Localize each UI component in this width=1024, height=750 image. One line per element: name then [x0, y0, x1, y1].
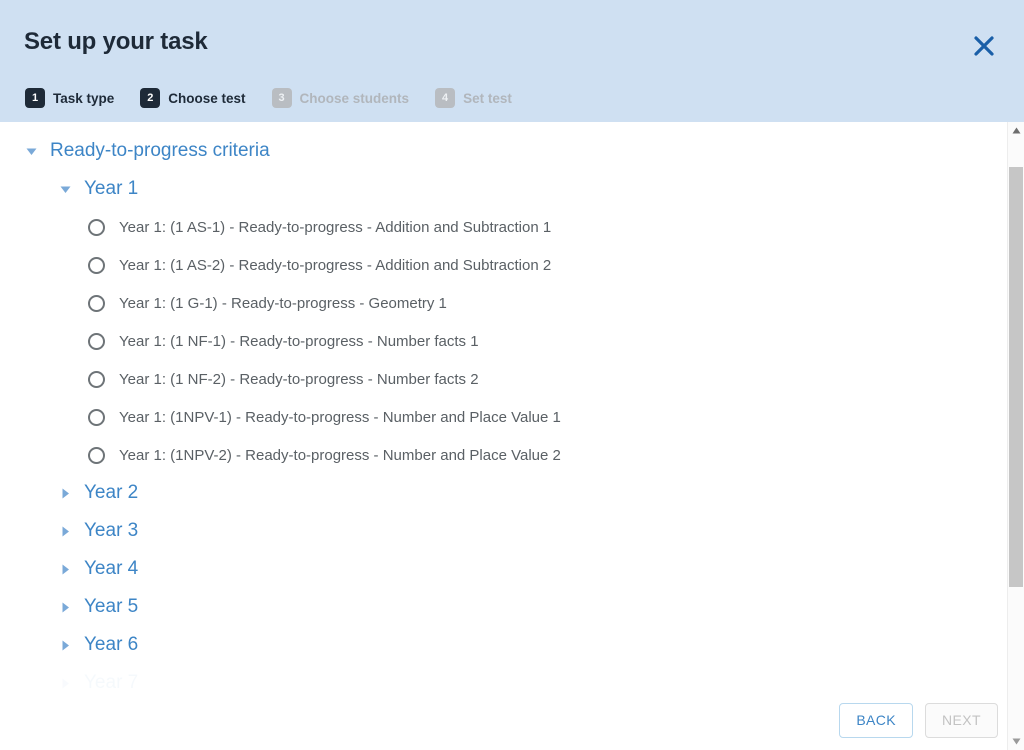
step-indicator: 1 Task type 2 Choose test 3 Choose stude… [25, 88, 538, 108]
step-3-choose-students: 3 Choose students [271, 88, 410, 108]
radio-button[interactable] [88, 446, 105, 464]
list-item[interactable]: Year 1: (1NPV-1) - Ready-to-progress - N… [0, 398, 1007, 436]
step-2-label: Choose test [168, 90, 246, 106]
next-button: NEXT [925, 702, 998, 738]
tree-node-label: Year 3 [84, 520, 139, 541]
test-tree-scroll-area[interactable]: Ready-to-progress criteria Year 1 Year 1… [0, 122, 1007, 707]
tree-node-year-5[interactable]: Year 5 [0, 588, 1007, 626]
triangle-right-icon[interactable] [58, 486, 72, 500]
list-item[interactable]: Year 1: (1 NF-1) - Ready-to-progress - N… [0, 322, 1007, 360]
triangle-down-icon[interactable] [58, 182, 72, 196]
modal-header: Set up your task 1 Task type 2 Choose te… [0, 0, 1024, 122]
list-item[interactable]: Year 1: (1 NF-2) - Ready-to-progress - N… [0, 360, 1007, 398]
list-item[interactable]: Year 1: (1NPV-2) - Ready-to-progress - N… [0, 436, 1007, 474]
scroll-up-arrow-icon[interactable] [1008, 122, 1024, 139]
tree-node-year-3[interactable]: Year 3 [0, 512, 1007, 550]
tree-node-year-2[interactable]: Year 2 [0, 474, 1007, 512]
close-button[interactable] [966, 28, 1002, 64]
task-setup-modal: Set up your task 1 Task type 2 Choose te… [0, 0, 1024, 750]
step-2-number: 2 [140, 88, 161, 108]
list-item-label: Year 1: (1 AS-2) - Ready-to-progress - A… [119, 256, 552, 274]
step-3-number: 3 [271, 88, 292, 108]
tree-node-label: Ready-to-progress criteria [50, 140, 270, 161]
vertical-scrollbar[interactable] [1007, 122, 1024, 750]
step-4-label: Set test [463, 90, 512, 106]
radio-button[interactable] [88, 218, 105, 236]
step-4-number: 4 [435, 88, 456, 108]
list-item-label: Year 1: (1 AS-1) - Ready-to-progress - A… [119, 218, 552, 236]
list-item-label: Year 1: (1NPV-2) - Ready-to-progress - N… [119, 446, 561, 464]
list-item-label: Year 1: (1 NF-1) - Ready-to-progress - N… [119, 332, 479, 350]
tree-node-label: Year 1 [84, 178, 139, 199]
step-1-task-type[interactable]: 1 Task type [25, 88, 114, 108]
radio-button[interactable] [88, 370, 105, 388]
radio-button[interactable] [88, 408, 105, 426]
tree-node-year-6[interactable]: Year 6 [0, 626, 1007, 664]
back-button[interactable]: BACK [839, 702, 914, 738]
triangle-right-icon[interactable] [58, 600, 72, 614]
radio-button[interactable] [88, 256, 105, 274]
step-1-label: Task type [53, 90, 115, 106]
radio-button[interactable] [88, 332, 105, 350]
list-item-label: Year 1: (1 NF-2) - Ready-to-progress - N… [119, 370, 479, 388]
tree-node-label: Year 5 [84, 596, 139, 617]
step-2-choose-test[interactable]: 2 Choose test [140, 88, 246, 108]
test-tree: Ready-to-progress criteria Year 1 Year 1… [0, 122, 1007, 702]
step-3-label: Choose students [299, 90, 410, 106]
tree-node-ready-to-progress-criteria[interactable]: Ready-to-progress criteria [0, 132, 1007, 170]
page-title: Set up your task [24, 28, 208, 55]
tree-node-label: Year 6 [84, 634, 139, 655]
tree-node-year-1[interactable]: Year 1 [0, 170, 1007, 208]
step-1-number: 1 [25, 88, 45, 108]
list-item[interactable]: Year 1: (1 AS-2) - Ready-to-progress - A… [0, 246, 1007, 284]
scrollbar-thumb[interactable] [1009, 167, 1023, 587]
radio-button[interactable] [88, 294, 105, 312]
tree-node-label: Year 2 [84, 482, 139, 503]
list-item[interactable]: Year 1: (1 AS-1) - Ready-to-progress - A… [0, 208, 1007, 246]
step-4-set-test: 4 Set test [435, 88, 512, 108]
triangle-right-icon[interactable] [58, 524, 72, 538]
list-item-label: Year 1: (1NPV-1) - Ready-to-progress - N… [119, 408, 561, 426]
triangle-right-icon [58, 676, 72, 690]
triangle-right-icon[interactable] [58, 562, 72, 576]
triangle-right-icon[interactable] [58, 638, 72, 652]
modal-footer: BACK NEXT [0, 690, 1007, 750]
tree-node-label: Year 4 [84, 558, 139, 579]
close-icon [972, 34, 996, 58]
scroll-down-arrow-icon[interactable] [1008, 733, 1024, 750]
tree-node-year-4[interactable]: Year 4 [0, 550, 1007, 588]
list-item-label: Year 1: (1 G-1) - Ready-to-progress - Ge… [119, 294, 447, 312]
triangle-down-icon[interactable] [24, 144, 38, 158]
list-item[interactable]: Year 1: (1 G-1) - Ready-to-progress - Ge… [0, 284, 1007, 322]
